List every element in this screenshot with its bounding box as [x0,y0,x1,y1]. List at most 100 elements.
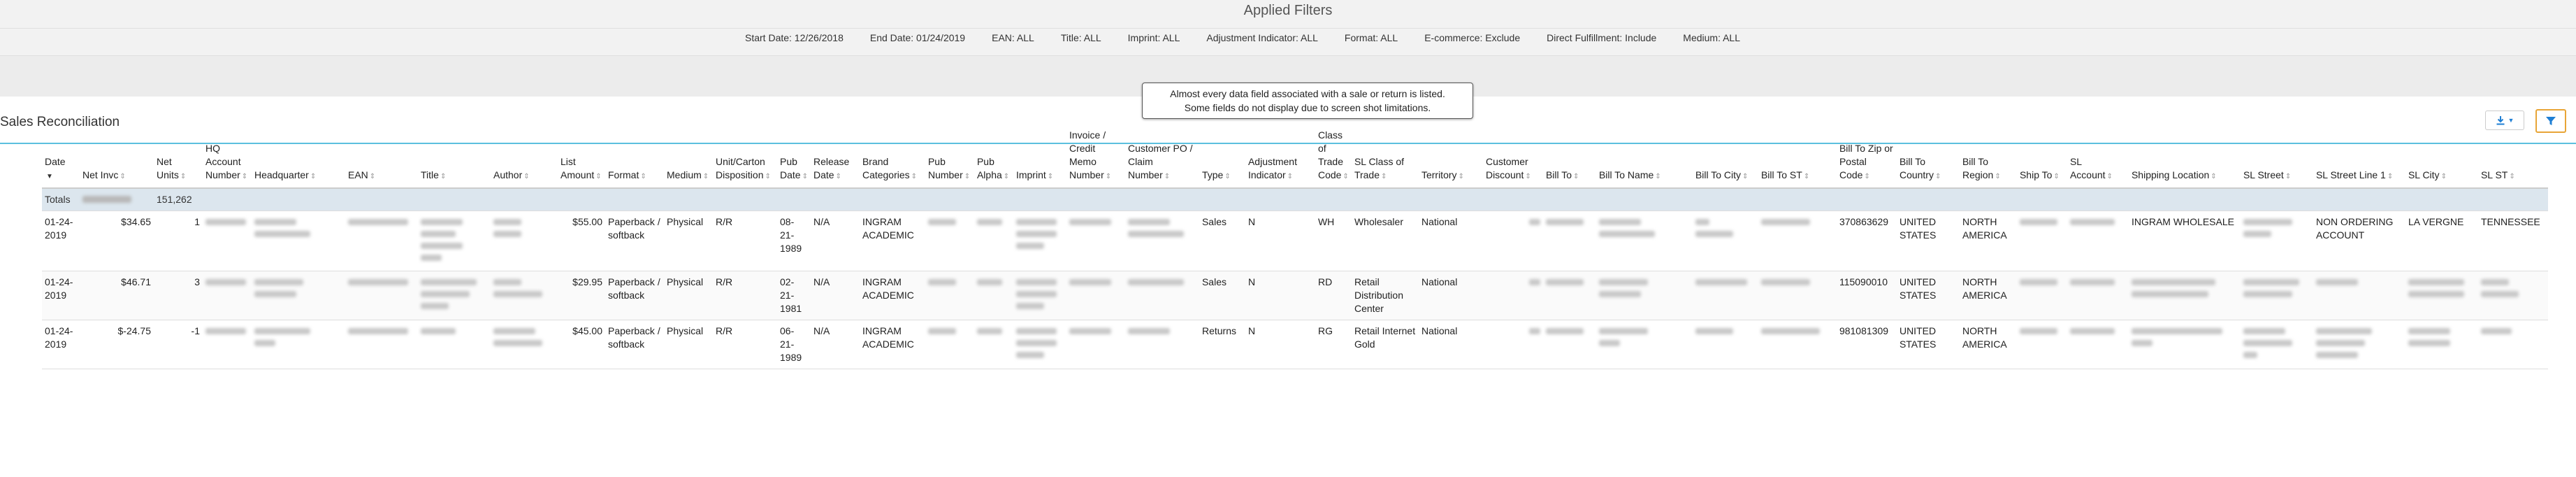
column-header[interactable]: Date ▼ [42,126,80,189]
redacted-value [2016,320,2067,369]
redacted-value [974,320,1013,369]
sort-icon: ⇕ [1105,173,1112,180]
column-header[interactable]: SL City ⇕ [2405,126,2478,189]
redacted-value [1013,271,1066,320]
redacted-value [2067,211,2129,271]
column-header[interactable]: Net Invc ⇕ [80,126,154,189]
redacted-value [491,211,558,271]
sort-icon: ⇕ [835,173,841,180]
column-header[interactable]: HQ Account Number ⇕ [203,126,252,189]
sort-icon: ⇕ [702,173,709,180]
column-header[interactable]: Bill To Zip or Postal Code ⇕ [1836,126,1897,189]
column-header[interactable]: Imprint ⇕ [1013,126,1066,189]
totals-row: Totals 151,262 [42,188,2548,211]
callout-line-1: Almost every data field associated with … [1170,88,1445,99]
column-header[interactable]: Medium ⇕ [664,126,713,189]
column-header[interactable]: SL Street Line 1 ⇕ [2313,126,2405,189]
column-header[interactable]: Class of Trade Code ⇕ [1315,126,1352,189]
column-header[interactable]: Adjustment Indicator ⇕ [1245,126,1315,189]
column-header[interactable]: Format ⇕ [605,126,664,189]
sort-icon: ⇕ [964,173,971,180]
redacted-value [974,211,1013,271]
redacted-value [418,320,491,369]
redacted-value [345,211,418,271]
redacted-value [1124,320,1199,369]
sort-icon: ⇕ [1458,173,1464,180]
redacted-value [345,320,418,369]
column-header[interactable]: Territory ⇕ [1418,126,1483,189]
download-icon [2496,116,2505,125]
sort-icon: ⇕ [120,173,126,180]
column-header[interactable]: Title ⇕ [418,126,491,189]
redacted-value [418,271,491,320]
column-header[interactable]: SL Street ⇕ [2240,126,2313,189]
column-header[interactable]: SL Account ⇕ [2067,126,2129,189]
column-header[interactable]: Shipping Location ⇕ [2128,126,2241,189]
filter-ecommerce: E-commerce: Exclude [1424,32,1521,43]
column-header[interactable]: Brand Categories ⇕ [859,126,925,189]
redacted-value [1482,211,1543,271]
sort-icon: ⇕ [765,173,771,180]
redacted-value [2477,271,2548,320]
column-header[interactable]: Pub Date ⇕ [777,126,811,189]
table-row[interactable]: 01-24-2019 $46.71 3 $29.95 Paperback / s… [42,271,2548,320]
column-header[interactable]: Customer PO / Claim Number ⇕ [1124,126,1199,189]
redacted-value [1013,211,1066,271]
column-header[interactable]: List Amount ⇕ [558,126,605,189]
column-header[interactable]: Ship To ⇕ [2016,126,2067,189]
redacted-value [1542,271,1596,320]
column-header[interactable]: Invoice / Credit Memo Number ⇕ [1066,126,1125,189]
redacted-value [925,211,974,271]
applied-filters-title: Applied Filters [1243,3,1333,18]
sort-icon: ⇕ [2053,173,2060,180]
redacted-value [1482,320,1543,369]
column-header[interactable]: SL Class of Trade ⇕ [1351,126,1419,189]
redacted-value [1758,320,1837,369]
sort-icon: ⇕ [911,173,918,180]
sort-icon: ⇕ [1803,173,1810,180]
sort-icon: ⇕ [440,173,447,180]
filter-start-date: Start Date: 12/26/2018 [745,32,844,43]
redacted-value [1692,211,1758,271]
column-header[interactable]: Pub Number ⇕ [925,126,974,189]
redacted-value [1595,271,1693,320]
column-header[interactable]: Bill To ST ⇕ [1758,126,1837,189]
redacted-value [203,320,252,369]
redacted-value [925,320,974,369]
filter-direct-fulfillment: Direct Fulfillment: Include [1547,32,1657,43]
column-header[interactable]: Customer Discount ⇕ [1482,126,1543,189]
column-header[interactable]: Bill To ⇕ [1542,126,1596,189]
column-header[interactable]: Bill To Country ⇕ [1896,126,1960,189]
column-header[interactable]: Net Units ⇕ [154,126,203,189]
column-header[interactable]: Bill To Region ⇕ [1959,126,2017,189]
column-header[interactable]: Headquarter ⇕ [252,126,345,189]
redacted-value [252,211,345,271]
sort-icon: ⇕ [1655,173,1661,180]
redacted-value [2313,271,2405,320]
column-header[interactable]: Bill To Name ⇕ [1595,126,1693,189]
sort-icon: ⇕ [595,173,602,180]
column-header[interactable]: Release Date ⇕ [810,126,860,189]
filter-format: Format: ALL [1344,32,1398,43]
redacted-value [345,271,418,320]
redacted-value [2240,271,2313,320]
sort-icon: ⇕ [1287,173,1294,180]
column-header[interactable]: Bill To City ⇕ [1692,126,1758,189]
column-header[interactable]: EAN ⇕ [345,126,418,189]
column-header[interactable]: Pub Alpha ⇕ [974,126,1013,189]
table-row[interactable]: 01-24-2019 $34.65 1 $55.00 Paperback / s… [42,211,2548,271]
sort-icon: ⇕ [1003,173,1010,180]
sort-icon: ⇕ [2106,173,2113,180]
redacted-value [974,271,1013,320]
sort-icon: ⇕ [1381,173,1387,180]
table-row[interactable]: 01-24-2019 $-24.75 -1 $45.00 Paperback /… [42,320,2548,369]
column-header[interactable]: Type ⇕ [1199,126,1245,189]
column-header[interactable]: SL ST ⇕ [2477,126,2548,189]
sort-icon: ⇕ [1525,173,1531,180]
applied-filters-panel: Applied Filters Start Date: 12/26/2018 E… [0,0,2576,56]
sort-icon: ⇕ [1573,173,1579,180]
column-header[interactable]: Unit/Carton Disposition ⇕ [713,126,777,189]
redacted-value [1692,271,1758,320]
column-header[interactable]: Author ⇕ [491,126,558,189]
filter-icon [2546,117,2556,125]
